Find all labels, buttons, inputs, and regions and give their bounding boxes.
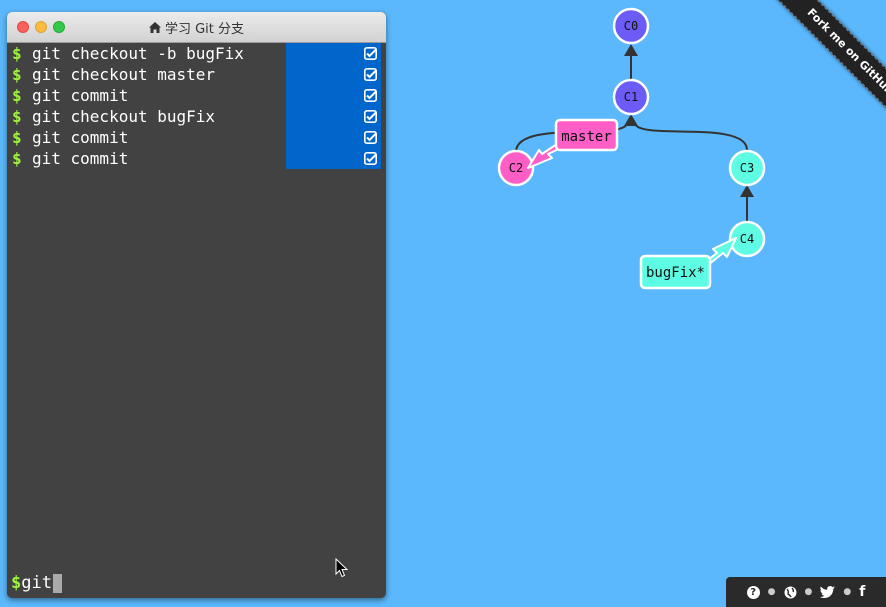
facebook-icon[interactable]: f xyxy=(859,584,865,600)
twitter-icon[interactable] xyxy=(820,586,836,598)
help-glyph: ? xyxy=(750,586,757,598)
edge-c3-c1 xyxy=(634,123,748,151)
commit-node-c0[interactable]: C0 xyxy=(612,7,650,45)
branch-label: bugFix* xyxy=(646,265,705,281)
facebook-glyph: f xyxy=(859,584,866,600)
separator-dot: ● xyxy=(843,587,852,597)
branch-master[interactable]: master xyxy=(527,118,619,169)
commit-graph: C0 C1 C2 C3 C4 master bugFix* xyxy=(497,7,766,290)
commit-node-c1[interactable]: C1 xyxy=(612,78,650,116)
commit-label: C3 xyxy=(740,161,754,175)
help-icon[interactable]: ? xyxy=(746,585,760,599)
commit-label: C4 xyxy=(740,232,754,246)
commit-node-c3[interactable]: C3 xyxy=(728,149,766,187)
branch-bugfix[interactable]: bugFix* xyxy=(639,237,737,290)
edge-arrowhead xyxy=(740,185,754,197)
branch-label: master xyxy=(561,129,612,145)
commit-label: C2 xyxy=(509,161,523,175)
globe-icon[interactable] xyxy=(784,586,797,599)
bottom-toolbar: ? ● ● ● f xyxy=(726,577,886,607)
separator-dot: ● xyxy=(804,587,813,597)
separator-dot: ● xyxy=(767,587,776,597)
commit-label: C0 xyxy=(624,19,638,33)
commit-label: C1 xyxy=(624,90,638,104)
edge-arrowhead xyxy=(624,114,638,126)
edge-arrowhead xyxy=(624,44,638,56)
